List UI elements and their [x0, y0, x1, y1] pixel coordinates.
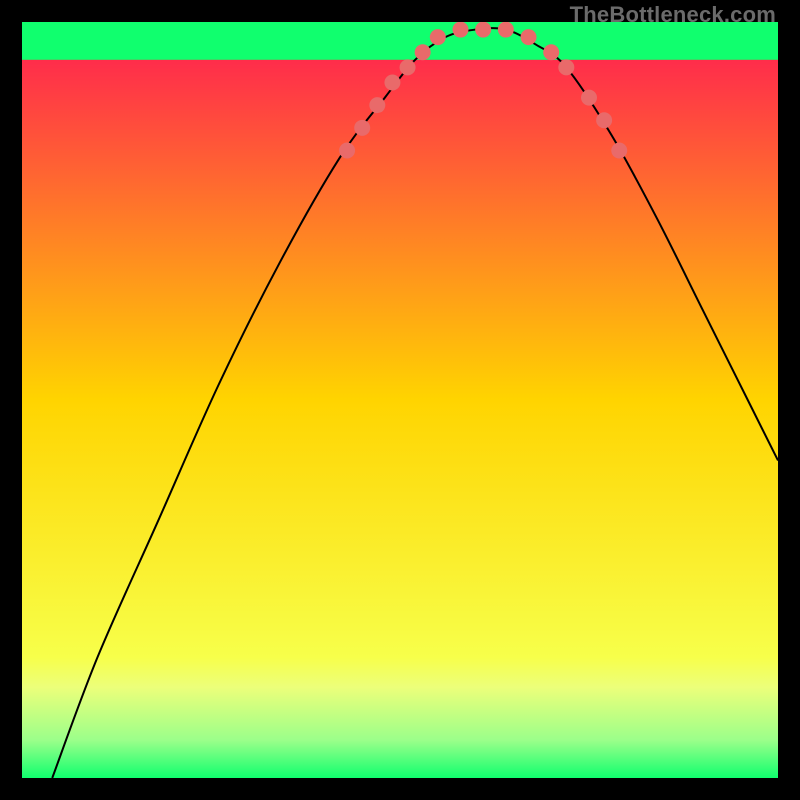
- data-marker: [581, 90, 597, 106]
- data-marker: [354, 120, 370, 136]
- data-marker: [369, 97, 385, 113]
- data-marker: [521, 29, 537, 45]
- data-marker: [498, 22, 514, 38]
- data-marker: [339, 143, 355, 159]
- data-marker: [596, 112, 612, 128]
- data-marker: [430, 29, 446, 45]
- chart-background: [22, 22, 778, 778]
- green-band: [22, 22, 778, 60]
- data-marker: [415, 44, 431, 60]
- data-marker: [452, 22, 468, 38]
- chart-frame: [22, 22, 778, 778]
- chart-svg: [22, 22, 778, 778]
- data-marker: [543, 44, 559, 60]
- data-marker: [611, 143, 627, 159]
- data-marker: [558, 59, 574, 75]
- data-marker: [384, 74, 400, 90]
- data-marker: [400, 59, 416, 75]
- data-marker: [475, 22, 491, 38]
